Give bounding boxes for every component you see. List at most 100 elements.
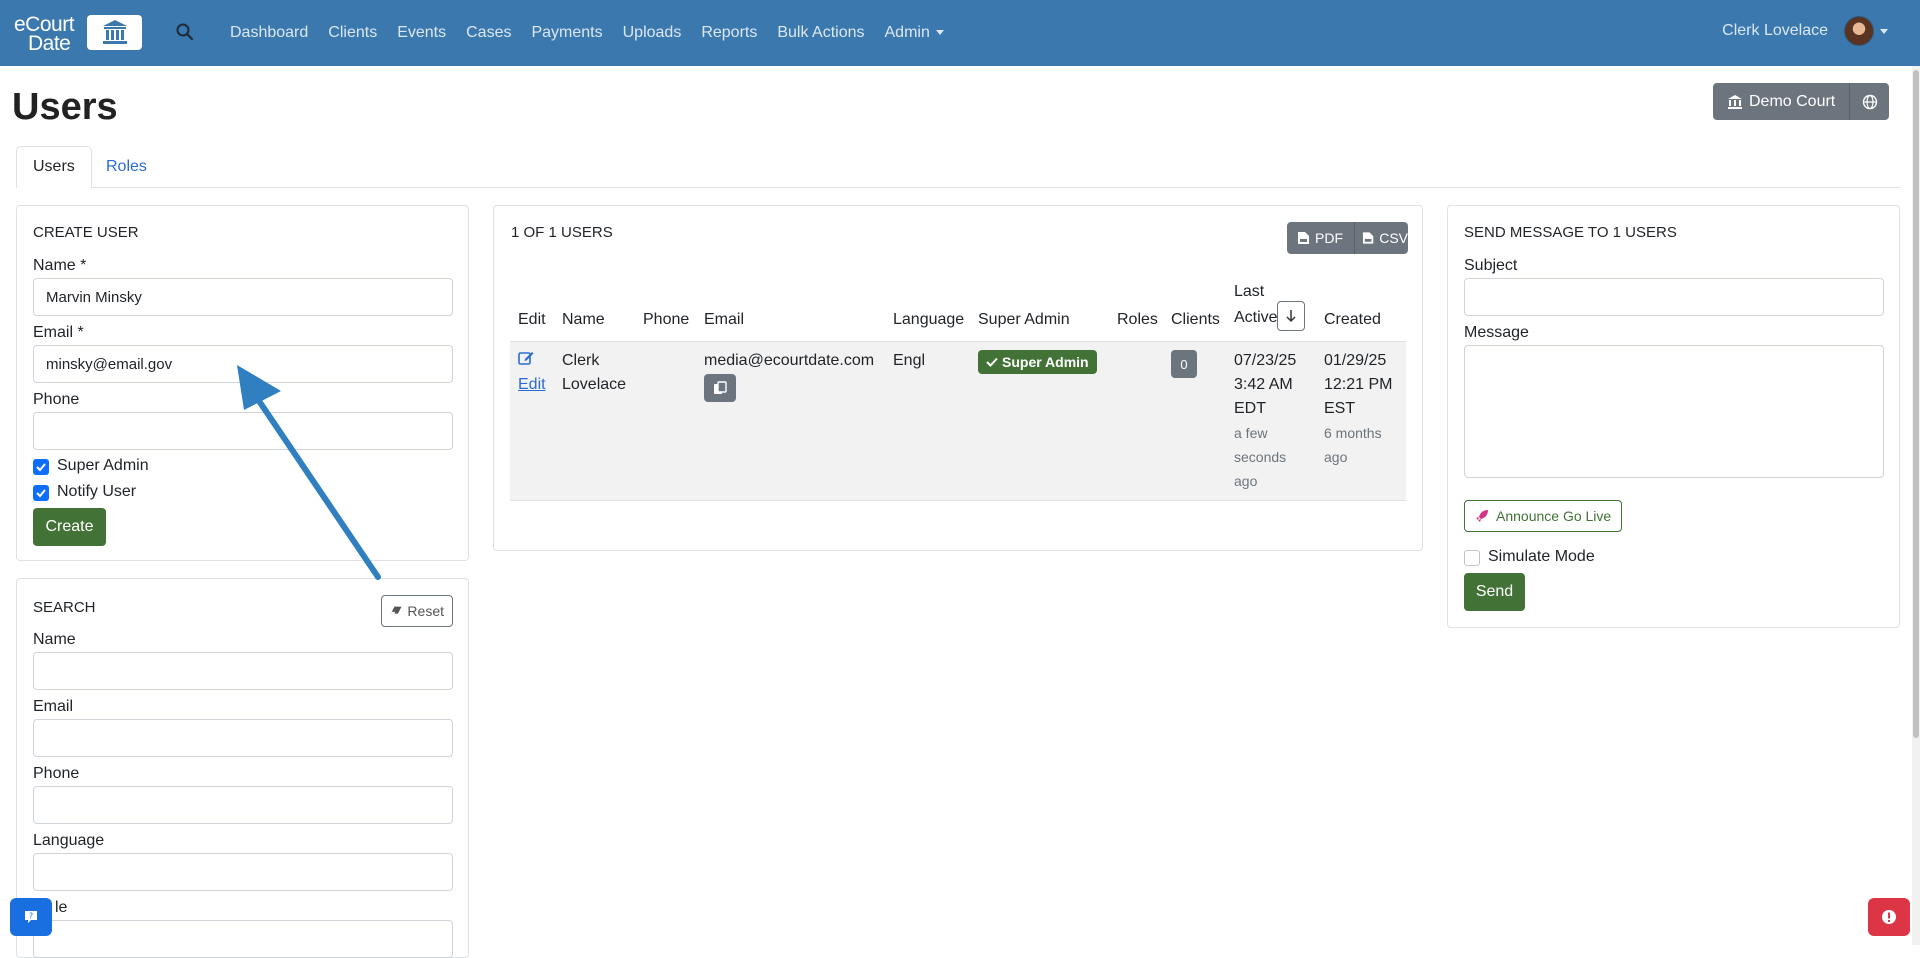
super-admin-checkbox[interactable] — [33, 459, 49, 475]
super-admin-badge-label: Super Admin — [1002, 354, 1089, 370]
announce-go-live-label: Announce Go Live — [1496, 508, 1612, 524]
search-name-label: Name — [33, 631, 76, 648]
message-textarea[interactable] — [1464, 345, 1884, 478]
search-card: SEARCH Reset Name Email Phone Language l… — [16, 578, 469, 958]
chevron-down-icon — [1880, 28, 1888, 34]
check-icon — [36, 489, 46, 498]
send-button[interactable]: Send — [1464, 573, 1525, 611]
col-header-super-admin[interactable]: Super Admin — [978, 311, 1070, 329]
nav-admin-dropdown[interactable]: Admin — [885, 24, 944, 42]
nav-bulk-actions[interactable]: Bulk Actions — [777, 24, 864, 42]
message-label: Message — [1464, 324, 1529, 341]
nav-clients[interactable]: Clients — [328, 24, 377, 42]
subject-field[interactable] — [1464, 278, 1884, 316]
copy-email-button[interactable] — [704, 374, 736, 402]
search-phone-label: Phone — [33, 765, 80, 782]
super-admin-badge: Super Admin — [978, 350, 1097, 374]
users-count: 1 OF 1 USERS — [511, 224, 613, 241]
col-header-email[interactable]: Email — [704, 311, 744, 329]
brand-logo[interactable]: eCourt Date — [14, 12, 142, 54]
edit-icon[interactable] — [518, 350, 534, 368]
tab-users[interactable]: Users — [16, 146, 92, 188]
col-header-language[interactable]: Language — [893, 311, 964, 329]
col-header-name[interactable]: Name — [562, 311, 605, 329]
search-email-field[interactable] — [33, 719, 453, 757]
reset-button[interactable]: Reset — [381, 595, 453, 627]
csv-label: CSV — [1379, 230, 1408, 246]
rocket-icon — [1476, 510, 1488, 522]
copy-icon — [714, 381, 727, 394]
check-icon — [36, 463, 46, 472]
question-chat-icon: ? — [25, 911, 37, 923]
created-relative-2: ago — [1324, 449, 1348, 465]
chevron-down-icon — [935, 30, 944, 36]
sort-last-active-button[interactable] — [1277, 301, 1305, 331]
phone-field[interactable] — [33, 412, 453, 450]
created-tz: EST — [1324, 400, 1356, 417]
nav-payments[interactable]: Payments — [531, 24, 602, 42]
col-header-created[interactable]: Created — [1324, 311, 1381, 329]
clients-count-badge[interactable]: 0 — [1171, 350, 1197, 378]
search-email-label: Email — [33, 698, 74, 715]
courthouse-icon — [1728, 94, 1742, 109]
user-menu[interactable]: Clerk Lovelace — [1722, 16, 1888, 46]
file-pdf-icon — [1298, 232, 1309, 244]
main-nav: Dashboard Clients Events Cases Payments … — [230, 0, 964, 66]
nav-reports[interactable]: Reports — [701, 24, 757, 42]
send-message-title: SEND MESSAGE TO 1 USERS — [1464, 224, 1677, 241]
last-active-relative-2: seconds — [1234, 449, 1287, 465]
col-header-edit: Edit — [518, 311, 546, 328]
pdf-button[interactable]: PDF — [1287, 222, 1354, 254]
search-language-label: Language — [33, 832, 105, 849]
col-header-last-active[interactable]: Last Active — [1234, 279, 1278, 331]
col-header-clients[interactable]: Clients — [1171, 311, 1220, 329]
page-title: Users — [12, 86, 118, 128]
nav-uploads[interactable]: Uploads — [623, 24, 682, 42]
created-time: 12:21 PM — [1324, 376, 1393, 393]
create-user-card: CREATE USER Name * Marvin Minsky Email *… — [16, 205, 469, 561]
super-admin-label: Super Admin — [57, 457, 149, 474]
tab-roles[interactable]: Roles — [90, 146, 163, 188]
create-button[interactable]: Create — [33, 508, 106, 546]
file-csv-icon — [1362, 232, 1374, 244]
globe-icon — [1862, 94, 1877, 109]
announce-go-live-button[interactable]: Announce Go Live — [1464, 500, 1623, 532]
name-label: Name * — [33, 257, 87, 274]
last-active-date: 07/23/25 — [1234, 352, 1297, 369]
search-role-label: le — [55, 899, 68, 916]
created-cell: 01/29/25 12:21 PM EST 6 months ago — [1324, 349, 1392, 469]
user-email-cell: media@ecourtdate.com — [704, 352, 875, 369]
search-language-field[interactable] — [33, 853, 453, 891]
name-field[interactable]: Marvin Minsky — [33, 278, 453, 316]
logo-text: eCourt Date — [14, 14, 75, 54]
error-alert-button[interactable] — [1868, 898, 1910, 936]
user-language-cell: Engl — [893, 352, 926, 369]
svg-text:?: ? — [29, 912, 33, 921]
created-relative-1: 6 months — [1324, 425, 1382, 441]
eraser-icon — [390, 606, 402, 614]
col-header-roles[interactable]: Roles — [1117, 311, 1158, 329]
email-field[interactable]: minsky@email.gov — [33, 345, 453, 383]
tab-bar: Users Roles — [16, 146, 1900, 188]
search-name-field[interactable] — [33, 652, 453, 690]
edit-link[interactable]: Edit — [518, 373, 546, 397]
col-header-phone[interactable]: Phone — [643, 311, 689, 329]
notify-user-checkbox[interactable] — [33, 485, 49, 501]
nav-events[interactable]: Events — [397, 24, 446, 42]
nav-cases[interactable]: Cases — [466, 24, 511, 42]
court-selector: Demo Court — [1713, 83, 1890, 120]
pdf-label: PDF — [1315, 230, 1343, 246]
demo-court-button[interactable]: Demo Court — [1713, 83, 1850, 120]
csv-button[interactable]: CSV — [1354, 222, 1408, 254]
simulate-mode-label: Simulate Mode — [1488, 548, 1595, 565]
simulate-mode-checkbox[interactable] — [1464, 550, 1480, 566]
search-role-field[interactable] — [33, 920, 453, 958]
search-phone-field[interactable] — [33, 786, 453, 824]
last-active-relative-3: ago — [1234, 473, 1258, 489]
language-globe-button[interactable] — [1849, 83, 1890, 120]
demo-court-label: Demo Court — [1749, 92, 1836, 110]
nav-dashboard[interactable]: Dashboard — [230, 24, 308, 42]
scrollbar-thumb[interactable] — [1913, 70, 1919, 738]
search-icon[interactable] — [175, 22, 195, 42]
help-chat-button[interactable]: ? — [10, 898, 52, 936]
